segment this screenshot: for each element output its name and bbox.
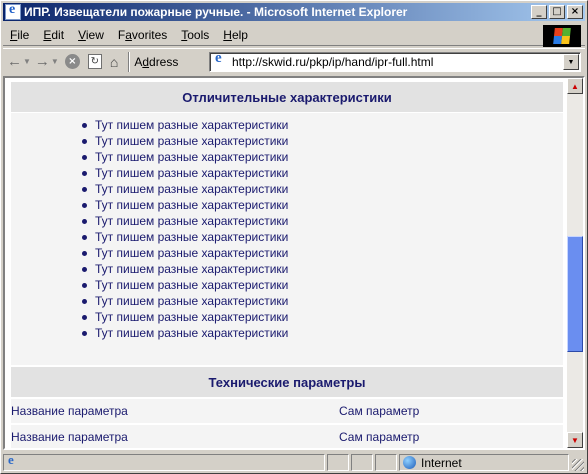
windows-logo-icon xyxy=(553,28,571,44)
browser-window: ИПР. Извещатели пожарные ручные. - Micro… xyxy=(0,0,588,474)
feature-item: Тут пишем разные характеристики xyxy=(81,246,289,260)
param-value: Сам параметр xyxy=(339,430,420,444)
menu-edit[interactable]: Edit xyxy=(36,28,71,42)
address-dropdown-button[interactable]: ▼ xyxy=(563,54,579,70)
maximize-button[interactable]: □ xyxy=(549,5,565,19)
minimize-button[interactable]: _ xyxy=(531,5,547,19)
window-title: ИПР. Извещатели пожарные ручные. - Micro… xyxy=(24,5,408,19)
status-cell xyxy=(327,454,349,471)
zone-label: Internet xyxy=(421,455,462,470)
feature-item: Тут пишем разные характеристики xyxy=(81,166,289,180)
feature-item: Тут пишем разные характеристики xyxy=(81,214,289,228)
param-row: Название параметра Сам параметр xyxy=(11,425,563,448)
windows-logo-throbber xyxy=(543,25,581,47)
params-header: Технические параметры xyxy=(11,367,563,397)
address-input[interactable]: http://skwid.ru/pkp/ip/hand/ipr-full.htm… xyxy=(232,55,433,69)
menu-view[interactable]: View xyxy=(71,28,111,42)
feature-item: Тут пишем разные характеристики xyxy=(81,118,289,132)
security-zone-cell: Internet xyxy=(399,454,569,471)
menu-favorites[interactable]: Favorites xyxy=(111,28,174,42)
feature-item: Тут пишем разные характеристики xyxy=(81,326,289,340)
feature-item: Тут пишем разные характеристики xyxy=(81,278,289,292)
param-row: Название параметра Сам параметр xyxy=(11,399,563,423)
param-name: Название параметра xyxy=(11,430,128,444)
page-icon xyxy=(212,50,228,70)
feature-item: Тут пишем разные характеристики xyxy=(81,230,289,244)
title-bar[interactable]: ИПР. Извещатели пожарные ручные. - Micro… xyxy=(3,2,585,21)
page-status-icon xyxy=(6,452,20,470)
close-button[interactable]: × xyxy=(567,5,583,19)
feature-item: Тут пишем разные характеристики xyxy=(81,198,289,212)
globe-icon xyxy=(403,456,416,469)
param-name: Название параметра xyxy=(11,404,128,418)
ie-app-icon[interactable] xyxy=(5,2,21,20)
menu-bar: File Edit View Favorites Tools Help xyxy=(3,24,585,47)
scroll-down-arrow-icon[interactable]: ▼ xyxy=(567,432,583,448)
resize-grip-icon[interactable] xyxy=(572,459,584,471)
address-bar[interactable]: http://skwid.ru/pkp/ip/hand/ipr-full.htm… xyxy=(209,50,581,72)
address-label: Address xyxy=(134,54,179,69)
menu-help[interactable]: Help xyxy=(216,28,255,42)
page-content: Отличительные характеристики Тут пишем р… xyxy=(5,78,565,448)
back-dropdown-icon[interactable]: ▼ xyxy=(23,51,31,73)
forward-dropdown-icon[interactable]: ▼ xyxy=(51,51,59,73)
menu-tools[interactable]: Tools xyxy=(174,28,216,42)
toolbar-separator xyxy=(128,51,131,72)
status-cell xyxy=(375,454,397,471)
menu-file[interactable]: File xyxy=(3,28,36,42)
feature-item: Тут пишем разные характеристики xyxy=(81,182,289,196)
status-bar: Internet xyxy=(3,452,585,472)
stop-icon[interactable]: × xyxy=(64,54,80,69)
feature-item: Тут пишем разные характеристики xyxy=(81,134,289,148)
features-panel: Тут пишем разные характеристики Тут пише… xyxy=(11,113,563,365)
vertical-scrollbar[interactable]: ▲ ▼ xyxy=(567,78,583,448)
status-text-cell xyxy=(3,452,325,471)
feature-item: Тут пишем разные характеристики xyxy=(81,310,289,324)
back-arrow-icon[interactable]: ← xyxy=(7,51,22,73)
refresh-icon[interactable]: ↻ xyxy=(87,54,102,69)
feature-item: Тут пишем разные характеристики xyxy=(81,150,289,164)
home-icon[interactable]: ⌂ xyxy=(110,54,118,70)
scrollbar-thumb[interactable] xyxy=(567,236,583,352)
window-controls: _ □ × xyxy=(529,5,583,19)
features-list: Тут пишем разные характеристики Тут пише… xyxy=(81,117,289,341)
navigation-toolbar: ← ▼ → ▼ × ↻ ⌂ Address http://skwid.ru/pk… xyxy=(3,48,585,74)
status-cell xyxy=(351,454,373,471)
param-value: Сам параметр xyxy=(339,404,420,418)
feature-item: Тут пишем разные характеристики xyxy=(81,294,289,308)
feature-item: Тут пишем разные характеристики xyxy=(81,262,289,276)
features-header: Отличительные характеристики xyxy=(11,82,563,112)
scroll-up-arrow-icon[interactable]: ▲ xyxy=(567,78,583,94)
forward-arrow-icon[interactable]: → xyxy=(35,51,50,73)
page-viewport: Отличительные характеристики Тут пишем р… xyxy=(3,76,585,450)
